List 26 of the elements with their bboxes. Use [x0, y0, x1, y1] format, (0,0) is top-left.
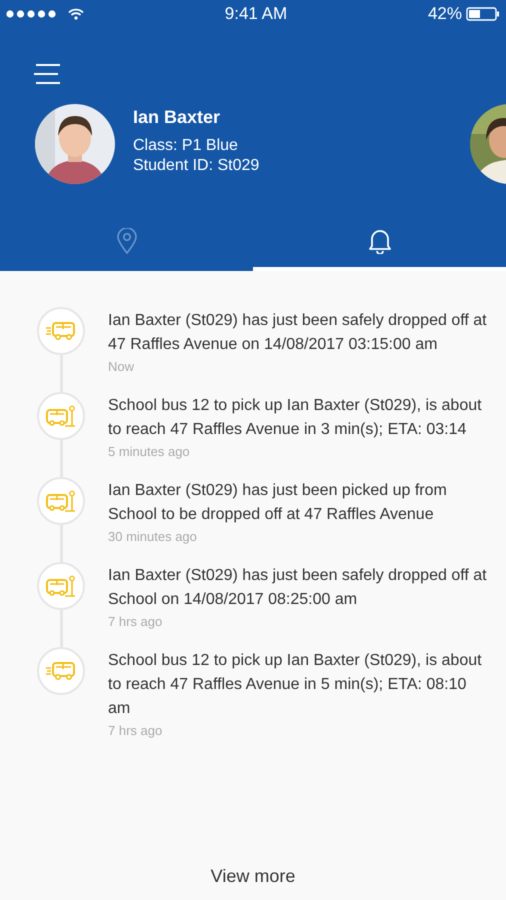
notification-time: 7 hrs ago	[108, 723, 164, 738]
bus-stop-icon	[46, 490, 76, 512]
moving-bus-icon	[46, 661, 76, 681]
bell-icon	[366, 228, 392, 254]
notification-time: Now	[108, 359, 136, 374]
battery-icon	[466, 7, 500, 21]
menu-icon[interactable]	[34, 62, 62, 86]
wifi-icon	[68, 8, 84, 20]
status-time: 9:41 AM	[224, 4, 288, 24]
notification-message: Ian Baxter (St029) has just been picked up from School to be dropped off at 47 Raffles Avenue	[108, 481, 448, 525]
moving-bus-icon	[46, 321, 76, 341]
notification-time: 5 minutes ago	[108, 444, 191, 459]
view-more-button[interactable]: View more	[204, 865, 302, 888]
student-class: Class: P1 Blue	[133, 136, 239, 156]
notification-time: 7 hrs ago	[108, 614, 164, 629]
location-pin-icon	[116, 228, 138, 254]
notification-message: School bus 12 to pick up Ian Baxter (St029), is about to reach 47 Raffles Avenue in 3 min(s); ETA: 03:14	[108, 396, 483, 440]
bus-stop-icon	[46, 575, 76, 597]
notification-message: Ian Baxter (St029) has just been safely dropped off at 47 Raffles Avenue on 14/08/2017 03:15:00 am	[108, 311, 488, 355]
student-name: Ian Baxter	[133, 106, 222, 128]
notification-message: Ian Baxter (St029) has just been safely dropped off at School on 14/08/2017 08:25:00 am	[108, 566, 488, 610]
bus-stop-icon	[46, 405, 76, 427]
battery-percent: 42%	[428, 4, 462, 24]
notification-time: 30 minutes ago	[108, 529, 198, 544]
notification-message: School bus 12 to pick up Ian Baxter (St029), is about to reach 47 Raffles Avenue in 5 min(s); ETA: 08:10 am	[108, 651, 483, 719]
student-id: Student ID: St029	[133, 156, 260, 176]
